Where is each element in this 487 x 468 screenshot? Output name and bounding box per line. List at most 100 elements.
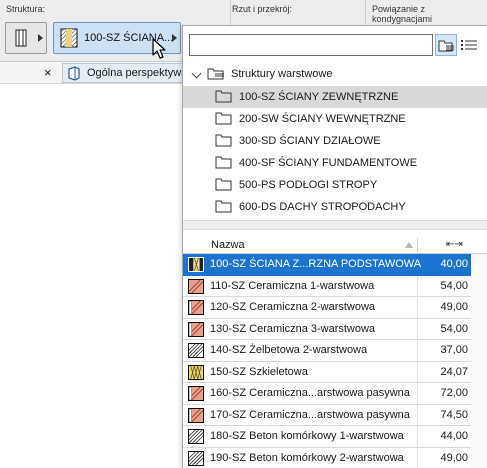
tab-generic-perspective[interactable]: Ogólna perspektywa: [62, 63, 187, 83]
tree-folder-item[interactable]: 100-SZ ŚCIANY ZEWNĘTRZNE: [183, 86, 487, 108]
tree-folder-item[interactable]: 500-PS PODŁOGI STROPY: [183, 174, 487, 196]
tree-folder-label: 500-PS PODŁOGI STROPY: [239, 179, 378, 191]
row-name: 150-SZ Szkieletowa: [210, 365, 308, 378]
table-row[interactable]: 180-SZ Beton komórkowy 1-warstwowa 44,00: [183, 426, 487, 448]
table-row[interactable]: 160-SZ Ceramiczna...arstwowa pasywna 72,…: [183, 383, 487, 405]
tree-root-label: Struktury warstwowe: [231, 68, 333, 80]
table-row[interactable]: 100-SZ ŚCIANA Z...RZNA PODSTAWOWA 40,00: [183, 254, 487, 276]
column-header-name[interactable]: Nazwa: [211, 239, 245, 251]
search-field[interactable]: [189, 34, 433, 56]
row-column-divider: [417, 361, 418, 383]
row-name: 180-SZ Beton komórkowy 1-warstwowa: [210, 430, 404, 442]
column-divider[interactable]: [417, 238, 418, 252]
structure-type-button[interactable]: [5, 22, 47, 54]
tree-root[interactable]: Struktury warstwowe: [189, 66, 479, 84]
table-row[interactable]: 150-SZ Szkieletowa 24,07: [183, 361, 487, 383]
row-column-divider: [417, 426, 418, 447]
tree-folder-item[interactable]: 600-DS DACHY STROPODACHY: [183, 196, 487, 218]
tab-label: Ogólna perspektywa: [87, 67, 188, 79]
view-tab-bar: × Ogólna perspektywa: [0, 62, 187, 84]
row-thickness: 49,00: [440, 451, 468, 464]
brick-pattern-icon: [188, 386, 204, 401]
row-name: 140-SZ Żelbetowa 2-warstwowa: [210, 344, 368, 356]
row-thickness: 49,00: [440, 301, 468, 313]
insulation-pattern-icon: [188, 364, 204, 380]
view-canvas: [0, 85, 182, 468]
composite-list: 100-SZ ŚCIANA Z...RZNA PODSTAWOWA 40,00 …: [183, 254, 487, 468]
table-row[interactable]: 190-SZ Beton komórkowy 2-warstwowa 49,00: [183, 447, 487, 468]
row-thickness: 44,00: [440, 430, 468, 442]
row-thickness: 24,07: [440, 365, 468, 378]
row-name: 110-SZ Ceramiczna 1-warstwowa: [210, 279, 375, 292]
folder-icon: [215, 178, 232, 191]
row-thickness: 37,00: [440, 344, 468, 356]
tree-folder-item[interactable]: 400-SF ŚCIANY FUNDAMENTOWE: [183, 152, 487, 174]
list-scrollbar[interactable]: [471, 254, 487, 468]
row-column-divider: [417, 318, 418, 340]
close-tab-button[interactable]: ×: [44, 65, 52, 80]
row-thickness: 54,00: [440, 279, 468, 292]
search-input[interactable]: [190, 35, 432, 55]
projection-section-label: Rzut i przekrój:: [232, 4, 293, 14]
row-column-divider: [417, 275, 418, 297]
chevron-right-icon: [172, 34, 177, 42]
list-view-button[interactable]: [458, 34, 480, 56]
row-name: 100-SZ ŚCIANA Z...RZNA PODSTAWOWA: [210, 258, 422, 270]
tree-folder-label: 200-SW ŚCIANY WEWNĘTRZNE: [239, 113, 406, 125]
brick-pattern-icon: [188, 278, 204, 294]
folder-icon: [215, 112, 232, 125]
composite-picker-popup: Struktury warstwowe 100-SZ ŚCIANY ZEWNĘT…: [182, 25, 487, 468]
structure-section-label: Struktura:: [6, 4, 46, 14]
brick-pattern-icon: [188, 407, 204, 423]
tree-folder-label: 300-SD ŚCIANY DZIAŁOWE: [239, 135, 381, 147]
folder-tree: Struktury warstwowe 100-SZ ŚCIANY ZEWNĘT…: [183, 64, 487, 220]
wall-structure-icon: [15, 29, 27, 47]
folder-view-button[interactable]: [435, 34, 457, 56]
tree-folder-label: 600-DS DACHY STROPODACHY: [239, 201, 406, 213]
row-column-divider: [417, 297, 418, 318]
chevron-right-icon: [38, 34, 43, 42]
row-name: 120-SZ Ceramiczna 2-warstwowa: [210, 301, 376, 313]
folder-icon: [215, 134, 232, 147]
list-view-icon: [461, 40, 477, 50]
table-row[interactable]: 110-SZ Ceramiczna 1-warstwowa 54,00: [183, 275, 487, 297]
row-thickness: 74,50: [440, 408, 468, 421]
composite-wall-icon: [60, 28, 78, 48]
table-row[interactable]: 170-SZ Ceramiczna...arstwowa pasywna 74,…: [183, 404, 487, 426]
mouse-cursor-icon: [152, 38, 166, 59]
tree-items: 100-SZ ŚCIANY ZEWNĘTRZNE 200-SW ŚCIANY W…: [183, 86, 487, 218]
row-column-divider: [417, 340, 418, 361]
pane-splitter[interactable]: [183, 220, 487, 230]
row-name: 190-SZ Beton komórkowy 2-warstwowa: [210, 451, 404, 464]
row-column-divider: [417, 254, 418, 275]
table-row[interactable]: 140-SZ Żelbetowa 2-warstwowa 37,00: [183, 340, 487, 362]
folder-icon: [215, 90, 232, 103]
row-column-divider: [417, 383, 418, 404]
row-name: 170-SZ Ceramiczna...arstwowa pasywna: [210, 408, 410, 421]
tree-folder-label: 100-SZ ŚCIANY ZEWNĘTRZNE: [239, 91, 399, 103]
folder-view-icon: [438, 40, 454, 52]
row-thickness: 72,00: [440, 387, 468, 399]
table-header: Nazwa ⇤⇥: [183, 236, 487, 254]
tree-folder-item[interactable]: 200-SW ŚCIANY WEWNĘTRZNE: [183, 108, 487, 130]
row-name: 160-SZ Ceramiczna...arstwowa pasywna: [210, 387, 410, 399]
sort-ascending-icon: [405, 242, 413, 248]
thickness-column-icon[interactable]: ⇤⇥: [446, 239, 463, 250]
perspective-view-icon: [68, 66, 80, 81]
row-thickness: 40,00: [440, 258, 468, 270]
table-row[interactable]: 120-SZ Ceramiczna 2-warstwowa 49,00: [183, 297, 487, 319]
row-thickness: 54,00: [440, 322, 468, 335]
tree-folder-label: 400-SF ŚCIANY FUNDAMENTOWE: [239, 157, 418, 169]
brick-pattern-icon: [188, 300, 204, 315]
folders-icon: [207, 68, 224, 80]
table-row[interactable]: 130-SZ Ceramiczna 3-warstwowa 54,00: [183, 318, 487, 340]
aerated-concrete-pattern-icon: [188, 450, 204, 466]
tree-folder-item[interactable]: 300-SD ŚCIANY DZIAŁOWE: [183, 130, 487, 152]
row-column-divider: [417, 447, 418, 468]
folder-icon: [215, 200, 232, 213]
brick-pattern-icon: [188, 321, 204, 337]
row-column-divider: [417, 404, 418, 426]
concrete-pattern-icon: [188, 343, 204, 358]
chevron-down-icon[interactable]: [191, 68, 202, 79]
story-section-label: Powiązanie z kondygnacjami: [372, 4, 433, 24]
